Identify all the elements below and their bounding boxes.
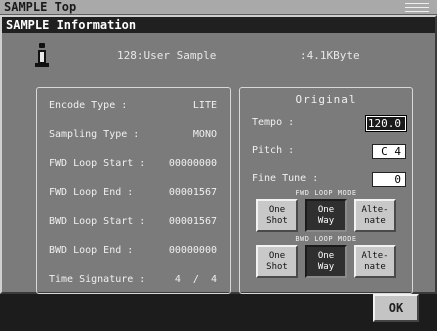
- info-value: 00000000: [168, 245, 217, 256]
- original-title: Original: [295, 93, 357, 106]
- tempo-field[interactable]: 120.0: [365, 115, 407, 132]
- fwd-loop-mode-title: FWD LOOP MODE: [295, 189, 357, 197]
- info-label: BWD Loop End :: [49, 245, 134, 256]
- window-titlebar: SAMPLE Top: [0, 0, 437, 15]
- tempo-label: Tempo :: [252, 117, 295, 128]
- dialog-body: 128:User Sample :4.1KByte Encode Type : …: [2, 33, 435, 294]
- info-label: Sampling Type :: [49, 129, 140, 140]
- info-value: 00001567: [168, 187, 217, 198]
- window-title: SAMPLE Top: [4, 0, 77, 14]
- info-label: FWD Loop Start :: [49, 158, 146, 169]
- fine-tune-label: Fine Tune :: [252, 173, 319, 184]
- info-value: LITE: [192, 100, 217, 111]
- bottom-bar: OK: [0, 294, 437, 331]
- info-label: FWD Loop End :: [49, 187, 134, 198]
- info-value: 00000000: [168, 158, 217, 169]
- pitch-label: Pitch :: [252, 145, 295, 156]
- info-label: Encode Type :: [49, 100, 128, 111]
- pitch-field[interactable]: C 4: [372, 144, 406, 159]
- info-value: 4 / 4: [174, 274, 217, 285]
- bwd-loop-mode-title: BWD LOOP MODE: [295, 235, 357, 243]
- sample-name: 128:User Sample: [117, 49, 217, 62]
- fwd-alternate-button[interactable]: Alte- nate: [354, 199, 396, 232]
- ok-button[interactable]: OK: [373, 294, 419, 322]
- bwd-one-way-button[interactable]: One Way: [305, 245, 347, 278]
- fwd-one-shot-button[interactable]: One Shot: [256, 199, 298, 232]
- info-value: 00001567: [168, 216, 217, 227]
- info-value: MONO: [192, 129, 217, 140]
- memory-indicator-icon: [405, 3, 429, 12]
- bwd-alternate-button[interactable]: Alte- nate: [354, 245, 396, 278]
- original-panel: Original Tempo : 120.0 Pitch : C 4 Fine …: [239, 87, 413, 294]
- dialog-title: SAMPLE Information: [2, 17, 435, 33]
- fine-tune-field[interactable]: 0: [372, 172, 406, 187]
- sample-information-dialog: SAMPLE Information 128:User Sample :4.1K…: [0, 15, 437, 294]
- fwd-one-way-button[interactable]: One Way: [305, 199, 347, 232]
- info-label: BWD Loop Start :: [49, 216, 146, 227]
- info-label: Time Signature :: [49, 274, 146, 285]
- info-icon: [35, 43, 49, 67]
- sample-info-panel: Encode Type : LITE Sampling Type : MONO …: [36, 87, 231, 294]
- sample-size: :4.1KByte: [300, 49, 360, 62]
- bwd-one-shot-button[interactable]: One Shot: [256, 245, 298, 278]
